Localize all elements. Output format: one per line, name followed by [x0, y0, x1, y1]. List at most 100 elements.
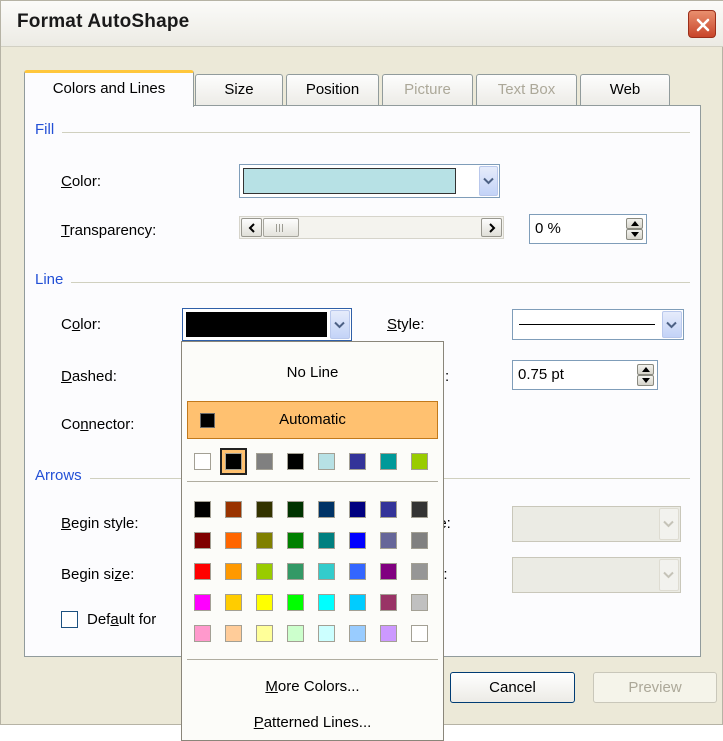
line-weight-spinner[interactable]: 0.75 pt	[512, 360, 658, 390]
tab-position[interactable]: Position	[286, 74, 379, 106]
patterned-lines-option[interactable]: Patterned Lines...	[182, 714, 443, 731]
tab-web[interactable]: Web	[580, 74, 670, 106]
standard-color-swatch[interactable]	[380, 501, 397, 518]
line-style-combo[interactable]	[512, 309, 684, 340]
default-for-label: Default for	[87, 611, 157, 628]
standard-color-swatch[interactable]	[194, 563, 211, 580]
standard-color-swatch[interactable]	[380, 625, 397, 642]
transparency-spinner[interactable]: 0 %	[529, 214, 647, 244]
end-style-combo	[512, 506, 681, 542]
spin-up-button[interactable]	[637, 364, 654, 375]
standard-color-swatch[interactable]	[225, 532, 242, 549]
recent-color-swatch[interactable]	[256, 453, 273, 470]
standard-color-swatch[interactable]	[349, 501, 366, 518]
arrow-left-icon	[248, 223, 255, 233]
fill-color-dropdown-button[interactable]	[479, 166, 498, 196]
standard-color-swatch[interactable]	[380, 594, 397, 611]
arrow-right-icon	[489, 223, 496, 233]
transparency-thumb[interactable]	[263, 218, 299, 237]
scroll-left-button[interactable]	[241, 218, 262, 237]
standard-color-swatch[interactable]	[194, 625, 211, 642]
standard-color-swatch[interactable]	[225, 594, 242, 611]
chevron-down-icon	[663, 571, 674, 579]
standard-color-swatch[interactable]	[256, 563, 273, 580]
standard-color-swatch[interactable]	[349, 594, 366, 611]
standard-color-swatch[interactable]	[349, 532, 366, 549]
recent-color-swatch[interactable]	[194, 453, 211, 470]
arrows-group-title: Arrows	[35, 467, 90, 484]
weight-label: :	[445, 368, 450, 385]
chevron-down-icon	[334, 321, 345, 328]
tab-size[interactable]: Size	[195, 74, 283, 106]
recent-color-swatch[interactable]	[411, 453, 428, 470]
standard-color-swatch[interactable]	[411, 532, 428, 549]
connector-label: Connector:	[61, 416, 135, 433]
standard-color-swatch[interactable]	[318, 563, 335, 580]
fill-color-label: Color:	[61, 173, 102, 190]
standard-color-swatch[interactable]	[318, 594, 335, 611]
standard-color-swatch[interactable]	[287, 501, 304, 518]
line-group-divider	[35, 282, 690, 283]
automatic-option[interactable]: Automatic	[187, 401, 438, 439]
no-line-option[interactable]: No Line	[182, 364, 443, 381]
recent-color-swatch[interactable]	[349, 453, 366, 470]
standard-color-swatch[interactable]	[411, 563, 428, 580]
end-style-dropdown-button	[659, 508, 679, 540]
line-style-preview	[519, 324, 655, 325]
spin-down-button[interactable]	[637, 375, 654, 386]
close-button[interactable]	[688, 10, 716, 38]
transparency-value: 0 %	[535, 220, 561, 237]
spin-up-button[interactable]	[626, 218, 643, 229]
standard-color-swatch[interactable]	[194, 594, 211, 611]
tab-colors-and-lines[interactable]: Colors and Lines	[24, 70, 194, 107]
spin-down-button[interactable]	[626, 229, 643, 240]
standard-color-swatch[interactable]	[411, 625, 428, 642]
standard-color-swatch[interactable]	[287, 625, 304, 642]
begin-size-label: Begin size:	[61, 566, 135, 583]
recent-color-swatch[interactable]	[287, 453, 304, 470]
cancel-button[interactable]: Cancel	[450, 672, 575, 703]
standard-color-swatch[interactable]	[225, 563, 242, 580]
standard-color-swatch[interactable]	[349, 563, 366, 580]
line-weight-value: 0.75 pt	[518, 366, 564, 383]
fill-color-swatch	[243, 168, 456, 194]
standard-color-swatch[interactable]	[380, 532, 397, 549]
arrow-down-icon	[631, 232, 639, 237]
automatic-label: Automatic	[279, 411, 346, 428]
standard-color-swatch[interactable]	[318, 501, 335, 518]
end-size-combo	[512, 557, 681, 593]
standard-color-swatch[interactable]	[287, 532, 304, 549]
standard-color-swatch[interactable]	[318, 625, 335, 642]
standard-color-swatch[interactable]	[349, 625, 366, 642]
line-style-dropdown-button[interactable]	[662, 311, 682, 338]
recent-color-swatch[interactable]	[380, 453, 397, 470]
standard-color-swatch[interactable]	[380, 563, 397, 580]
standard-color-swatch[interactable]	[194, 501, 211, 518]
standard-color-swatch[interactable]	[225, 501, 242, 518]
default-for-new-objects-checkbox[interactable]	[61, 611, 78, 628]
recent-color-swatch[interactable]	[318, 453, 335, 470]
recent-color-swatch[interactable]	[225, 453, 242, 470]
fill-color-combo[interactable]	[239, 164, 500, 198]
standard-color-swatch[interactable]	[256, 625, 273, 642]
end-size-dropdown-button	[659, 559, 679, 591]
chevron-down-icon	[663, 520, 674, 528]
standard-color-swatch[interactable]	[318, 532, 335, 549]
standard-color-swatch[interactable]	[411, 594, 428, 611]
line-color-label: Color:	[61, 316, 102, 333]
standard-color-swatch[interactable]	[287, 594, 304, 611]
standard-color-swatch[interactable]	[287, 563, 304, 580]
standard-color-swatch[interactable]	[256, 532, 273, 549]
standard-color-swatch[interactable]	[256, 594, 273, 611]
tab-picture: Picture	[382, 74, 473, 106]
standard-color-swatch[interactable]	[411, 501, 428, 518]
line-color-dropdown-button[interactable]	[330, 310, 350, 339]
standard-color-swatch[interactable]	[225, 625, 242, 642]
line-color-combo[interactable]	[182, 308, 352, 341]
scroll-right-button[interactable]	[481, 218, 502, 237]
standard-color-swatch[interactable]	[194, 532, 211, 549]
dashed-label: Dashed:	[61, 368, 117, 385]
more-colors-option[interactable]: More Colors...	[182, 678, 443, 695]
transparency-slider[interactable]	[239, 216, 504, 239]
standard-color-swatch[interactable]	[256, 501, 273, 518]
